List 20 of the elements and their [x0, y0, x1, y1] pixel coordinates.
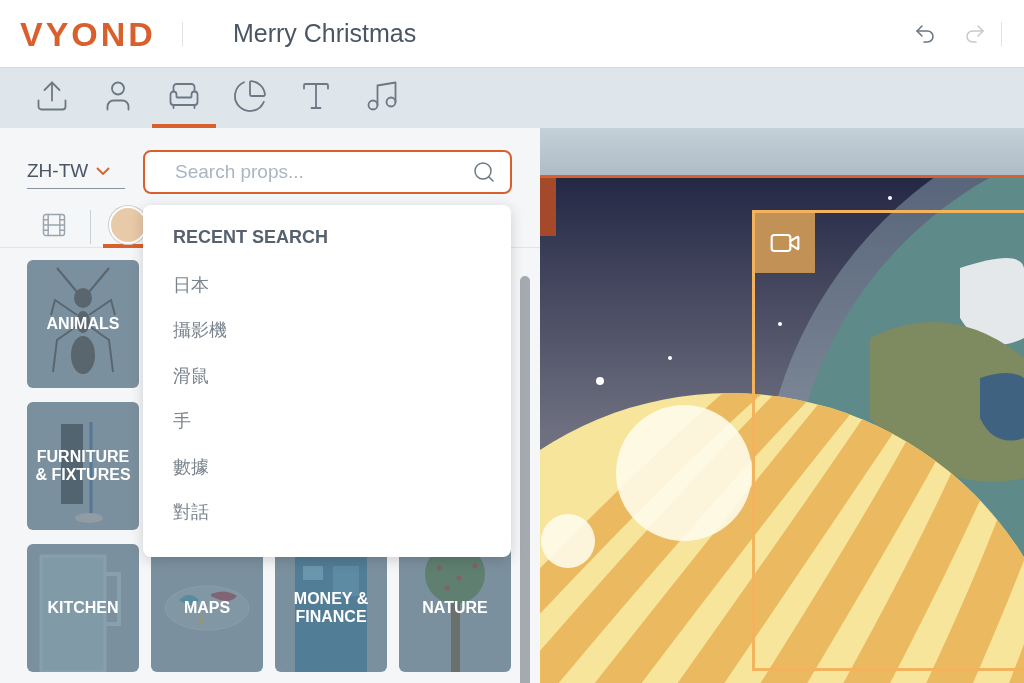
recent-search-item[interactable]: 數據 [173, 444, 481, 490]
recent-search-item[interactable]: 手 [173, 398, 481, 444]
camera-button[interactable] [755, 213, 815, 273]
selection-frame[interactable] [752, 210, 1024, 671]
recent-search-item[interactable]: 攝影機 [173, 307, 481, 353]
chevron-down-icon [96, 166, 111, 175]
category-tile[interactable]: FURNITURE & FIXTURES [27, 402, 139, 530]
recent-search-item[interactable]: 日本 [173, 262, 481, 308]
search-field[interactable]: Search props... [143, 150, 512, 194]
pie-chart-icon [232, 78, 268, 114]
search-icon[interactable] [472, 160, 496, 184]
recent-search-item[interactable]: 滑鼠 [173, 353, 481, 399]
project-title: Merry Christmas [232, 19, 418, 48]
recent-search-item[interactable]: 對話 [173, 489, 481, 535]
logo: VYOND [20, 13, 156, 54]
scrollbar[interactable] [520, 276, 530, 683]
language-select[interactable]: ZH-TW [27, 155, 125, 189]
category-tile[interactable]: ANIMALS [27, 260, 139, 388]
category-tile[interactable]: KITCHEN [27, 544, 139, 672]
dropdown-heading: RECENT SEARCH [173, 227, 329, 248]
